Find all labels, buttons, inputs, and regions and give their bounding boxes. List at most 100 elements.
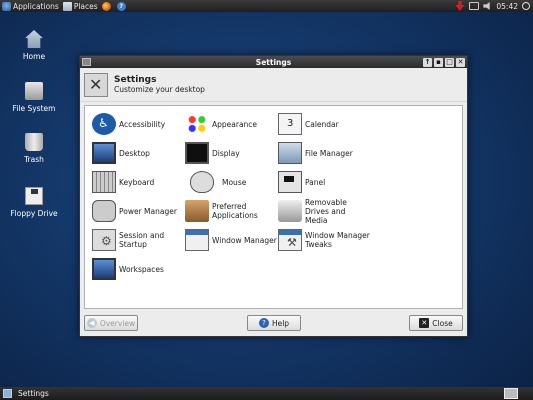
desktop-icon-file-system[interactable]: File System xyxy=(4,82,64,113)
calendar-icon xyxy=(278,113,302,135)
close-label: Close xyxy=(432,318,453,328)
wm-tweaks-icon xyxy=(278,229,302,251)
window-icon xyxy=(3,389,12,398)
desktop-icon-label: Floppy Drive xyxy=(10,209,58,218)
settings-item-label: Display xyxy=(212,148,240,158)
settings-item-label: Window Manager xyxy=(212,235,277,245)
settings-item-mouse[interactable]: Mouse xyxy=(185,169,277,195)
floppy-icon xyxy=(25,187,43,205)
minimize-button[interactable]: ▪ xyxy=(434,57,443,67)
keyboard-icon xyxy=(92,171,116,193)
settings-item-panel[interactable]: Panel xyxy=(278,169,370,195)
desktop-icon-label: Trash xyxy=(24,155,44,164)
settings-item-session[interactable]: Session and Startup xyxy=(92,227,184,253)
settings-item-accessibility[interactable]: Accessibility xyxy=(92,111,184,137)
settings-item-label: Calendar xyxy=(305,119,339,129)
header-subtitle: Customize your desktop xyxy=(114,85,205,94)
maximize-button[interactable]: □ xyxy=(445,57,454,67)
settings-item-keyboard[interactable]: Keyboard xyxy=(92,169,184,195)
settings-item-label: Window Manager Tweaks xyxy=(305,231,370,249)
applications-menu[interactable]: Applications xyxy=(0,0,61,12)
appearance-icon xyxy=(185,113,209,135)
firefox-icon xyxy=(101,1,111,11)
places-label: Places xyxy=(73,1,98,11)
settings-item-label: Workspaces xyxy=(119,264,164,274)
window-manager-icon xyxy=(185,229,209,251)
removable-drives-icon xyxy=(278,200,302,222)
window-header: Settings Customize your desktop xyxy=(80,68,467,102)
home-folder-icon xyxy=(25,30,43,48)
overview-label: Overview xyxy=(99,318,136,328)
settings-item-workspaces[interactable]: Workspaces xyxy=(92,256,184,282)
desktop-icon-floppy[interactable]: Floppy Drive xyxy=(4,187,64,218)
update-icon[interactable] xyxy=(455,1,465,11)
settings-item-label: Power Manager xyxy=(119,206,177,216)
applications-label: Applications xyxy=(13,1,59,11)
button-bar: ◀ Overview ? Help ✕ Close xyxy=(84,315,463,331)
desktop-icon-label: File System xyxy=(12,104,56,113)
trash-icon xyxy=(25,133,43,151)
taskbar-settings-button[interactable]: Settings xyxy=(0,389,49,398)
settings-item-wm-tweaks[interactable]: Window Manager Tweaks xyxy=(278,227,370,253)
settings-grid: Accessibility Appearance Calendar Deskto… xyxy=(84,105,463,309)
settings-item-label: Preferred Applications xyxy=(212,202,258,220)
settings-item-label: Desktop xyxy=(119,148,150,158)
header-title: Settings xyxy=(114,75,157,85)
mouse-icon xyxy=(190,171,214,193)
help-button[interactable]: ? Help xyxy=(247,315,301,331)
power-icon[interactable] xyxy=(522,2,530,10)
settings-item-label: Panel xyxy=(305,177,326,187)
clock[interactable]: 05:42 xyxy=(496,2,518,11)
settings-item-calendar[interactable]: Calendar xyxy=(278,111,370,137)
close-button[interactable]: ✕ Close xyxy=(409,315,463,331)
settings-item-power-manager[interactable]: Power Manager xyxy=(92,198,184,224)
settings-item-label: Appearance xyxy=(212,119,258,129)
workspace-switcher[interactable] xyxy=(504,388,518,399)
help-launcher[interactable]: ? xyxy=(115,0,130,12)
firefox-launcher[interactable] xyxy=(100,0,115,12)
help-icon: ? xyxy=(258,318,269,328)
taskbar-label: Settings xyxy=(18,389,49,398)
top-panel: Applications Places ? 05:42 xyxy=(0,0,533,12)
panel-icon xyxy=(278,171,302,193)
settings-item-preferred-applications[interactable]: Preferred Applications xyxy=(185,198,277,224)
settings-item-label: Removable Drives and Media xyxy=(305,197,347,225)
network-icon[interactable] xyxy=(469,2,480,10)
workspaces-icon xyxy=(92,258,116,280)
preferred-apps-icon xyxy=(185,200,209,222)
help-label: Help xyxy=(271,318,290,328)
power-manager-icon xyxy=(92,200,116,222)
display-icon xyxy=(185,142,209,164)
close-window-button[interactable]: ✕ xyxy=(456,57,465,67)
applications-icon xyxy=(2,1,11,11)
back-arrow-icon: ◀ xyxy=(86,318,97,328)
help-icon: ? xyxy=(116,1,126,11)
settings-item-window-manager[interactable]: Window Manager xyxy=(185,227,277,253)
settings-item-display[interactable]: Display xyxy=(185,140,277,166)
overview-button[interactable]: ◀ Overview xyxy=(84,315,138,331)
drive-icon xyxy=(25,82,43,100)
window-title: Settings xyxy=(255,57,292,67)
accessibility-icon xyxy=(92,113,116,135)
settings-icon xyxy=(84,72,108,97)
window-titlebar[interactable]: Settings ↑ ▪ □ ✕ xyxy=(80,56,467,68)
places-icon xyxy=(62,1,72,11)
desktop-icon-trash[interactable]: Trash xyxy=(4,133,64,164)
settings-item-appearance[interactable]: Appearance xyxy=(185,111,277,137)
taskbar: Settings xyxy=(0,387,533,400)
shade-button[interactable]: ↑ xyxy=(423,57,432,67)
close-icon: ✕ xyxy=(419,318,430,328)
places-menu[interactable]: Places xyxy=(61,0,100,12)
window-menu-icon[interactable] xyxy=(82,58,91,66)
desktop-icon-home[interactable]: Home xyxy=(4,30,64,61)
volume-icon[interactable] xyxy=(483,2,490,10)
settings-item-label: File Manager xyxy=(305,148,353,158)
settings-item-removable-drives[interactable]: Removable Drives and Media xyxy=(278,197,370,225)
settings-item-label: Accessibility xyxy=(119,119,166,129)
desktop-icon-label: Home xyxy=(22,52,46,61)
settings-item-file-manager[interactable]: File Manager xyxy=(278,140,370,166)
settings-window: Settings ↑ ▪ □ ✕ Settings Customize your… xyxy=(79,55,468,337)
settings-item-desktop[interactable]: Desktop xyxy=(92,140,184,166)
settings-item-label: Mouse xyxy=(222,177,247,187)
session-icon xyxy=(92,229,116,251)
